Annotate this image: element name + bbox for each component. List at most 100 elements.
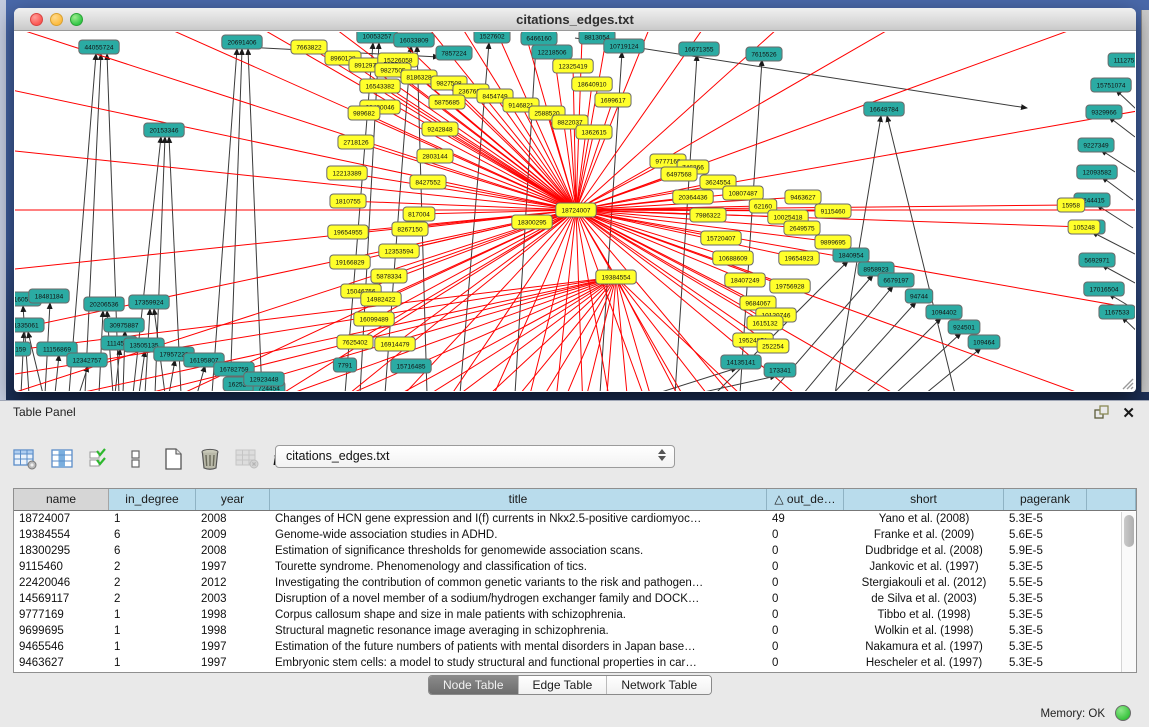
table-cell[interactable]: de Silva et al. (2003): [844, 591, 1004, 607]
table-select-dropdown[interactable]: citations_edges.txt: [275, 445, 675, 468]
table-cell[interactable]: Investigating the contribution of common…: [270, 575, 767, 591]
table-cell[interactable]: 0: [767, 639, 844, 655]
graph-node[interactable]: 7857224: [436, 46, 472, 60]
graph-node[interactable]: 817004: [403, 207, 435, 221]
graph-node[interactable]: 7663822: [291, 40, 327, 54]
graph-node[interactable]: 19384554: [596, 270, 636, 284]
graph-node[interactable]: 16671355: [679, 42, 719, 56]
table-cell[interactable]: Changes of HCN gene expression and I(f) …: [270, 511, 767, 527]
table-vertical-scrollbar[interactable]: [1121, 512, 1136, 673]
table-row[interactable]: 1938455462009Genome-wide association stu…: [14, 527, 1136, 543]
table-cell[interactable]: Franke et al. (2009): [844, 527, 1004, 543]
tab-edge-table[interactable]: Edge Table: [519, 676, 608, 694]
network-canvas-wrap[interactable]: 1872400719384554440557242069140610053257…: [15, 32, 1135, 391]
graph-node[interactable]: 14982422: [361, 292, 401, 306]
table-cell[interactable]: 6: [109, 543, 196, 559]
table-cell[interactable]: Structural magnetic resonance image aver…: [270, 623, 767, 639]
graph-node[interactable]: 15958: [1057, 198, 1085, 212]
table-cell[interactable]: 0: [767, 591, 844, 607]
graph-node[interactable]: 18407249: [725, 273, 765, 287]
graph-node[interactable]: 19654955: [328, 225, 368, 239]
table-cell[interactable]: Embryonic stem cells: a model to study s…: [270, 655, 767, 671]
table-cell[interactable]: 5.3E-5: [1004, 511, 1087, 527]
table-cell[interactable]: 1: [109, 607, 196, 623]
graph-node[interactable]: 16543382: [360, 79, 400, 93]
graph-node[interactable]: 18300295: [512, 215, 552, 229]
table-row[interactable]: 911546021997Tourette syndrome. Phenomeno…: [14, 559, 1136, 575]
graph-node[interactable]: 2803144: [417, 149, 453, 163]
graph-node[interactable]: 10053257: [357, 32, 397, 43]
table-cell[interactable]: 9463627: [14, 655, 109, 671]
table-cell[interactable]: 5.3E-5: [1004, 639, 1087, 655]
table-cell[interactable]: 5.3E-5: [1004, 607, 1087, 623]
table-cell[interactable]: 1: [109, 623, 196, 639]
table-cell[interactable]: Dudbridge et al. (2008): [844, 543, 1004, 559]
table-cell[interactable]: Wolkin et al. (1998): [844, 623, 1004, 639]
new-document-icon[interactable]: [158, 444, 188, 474]
table-cell[interactable]: Stergiakouli et al. (2012): [844, 575, 1004, 591]
network-view-window[interactable]: citations_edges.txt 18724007193845544405…: [14, 8, 1136, 392]
graph-node[interactable]: 12325419: [553, 59, 593, 73]
graph-node[interactable]: 109464: [968, 335, 1000, 349]
graph-node[interactable]: 30975887: [104, 318, 144, 332]
graph-node[interactable]: 1527602: [474, 32, 510, 43]
table-cell[interactable]: 5.3E-5: [1004, 559, 1087, 575]
table-cell[interactable]: Tibbo et al. (1998): [844, 607, 1004, 623]
select-all-icon[interactable]: [84, 444, 114, 474]
tab-network-table[interactable]: Network Table: [607, 676, 711, 694]
graph-node[interactable]: 7625402: [337, 335, 373, 349]
graph-node[interactable]: 2649575: [784, 221, 820, 235]
graph-node[interactable]: 12213389: [327, 166, 367, 180]
graph-node[interactable]: 18481184: [29, 289, 69, 303]
graph-node[interactable]: 9463627: [785, 190, 821, 204]
table-cell[interactable]: 5.5E-5: [1004, 575, 1087, 591]
table-cell[interactable]: Nakamura et al. (1997): [844, 639, 1004, 655]
graph-node[interactable]: 6679197: [878, 273, 914, 287]
table-cell[interactable]: 0: [767, 655, 844, 671]
table-cell[interactable]: 5.6E-5: [1004, 527, 1087, 543]
table-header-row[interactable]: namein_degreeyeartitle△ out_de…shortpage…: [14, 489, 1136, 511]
column-header-title[interactable]: title: [270, 489, 767, 510]
graph-node[interactable]: 14135141: [721, 355, 761, 369]
scrollbar-thumb[interactable]: [1124, 515, 1134, 547]
table-row[interactable]: 2242004622012Investigating the contribut…: [14, 575, 1136, 591]
graph-node[interactable]: 9329966: [1086, 105, 1122, 119]
table-cell[interactable]: Disruption of a novel member of a sodium…: [270, 591, 767, 607]
table-cell[interactable]: Yano et al. (2008): [844, 511, 1004, 527]
graph-node[interactable]: 15751074: [1091, 78, 1131, 92]
graph-node[interactable]: 7791: [333, 358, 356, 372]
graph-node[interactable]: 989682: [348, 106, 380, 120]
graph-node[interactable]: 44055724: [79, 40, 119, 54]
graph-node[interactable]: 10688609: [713, 251, 753, 265]
table-cell[interactable]: 5.3E-5: [1004, 591, 1087, 607]
graph-node[interactable]: 111275: [1108, 53, 1135, 67]
table-cell[interactable]: 1: [109, 655, 196, 671]
table-cell[interactable]: 1: [109, 639, 196, 655]
graph-node[interactable]: 20691406: [222, 35, 262, 49]
table-cell[interactable]: Estimation of significance thresholds fo…: [270, 543, 767, 559]
table-cell[interactable]: 18724007: [14, 511, 109, 527]
column-header-in_degree[interactable]: in_degree: [109, 489, 196, 510]
table-cell[interactable]: 2: [109, 575, 196, 591]
table-cell[interactable]: 0: [767, 527, 844, 543]
graph-node[interactable]: 18640910: [572, 77, 612, 91]
table-cell[interactable]: 49: [767, 511, 844, 527]
graph-node[interactable]: 9899695: [815, 235, 851, 249]
table-cell[interactable]: Hescheler et al. (1997): [844, 655, 1004, 671]
graph-node[interactable]: 1167533: [1099, 305, 1135, 319]
table-row[interactable]: 946362711997Embryonic stem cells: a mode…: [14, 655, 1136, 671]
graph-node[interactable]: 5692971: [1079, 253, 1115, 267]
graph-node[interactable]: 15720407: [701, 231, 741, 245]
graph-node[interactable]: 17359924: [129, 295, 169, 309]
table-cell[interactable]: 0: [767, 607, 844, 623]
graph-node[interactable]: 15716485: [391, 359, 431, 373]
graph-node[interactable]: 8267150: [392, 222, 428, 236]
column-header-year[interactable]: year: [196, 489, 270, 510]
graph-node[interactable]: 20206536: [84, 297, 124, 311]
table-cell[interactable]: 9465546: [14, 639, 109, 655]
graph-node[interactable]: 19654923: [779, 251, 819, 265]
graph-node[interactable]: 1362615: [576, 125, 612, 139]
table-row[interactable]: 1872400712008Changes of HCN gene express…: [14, 511, 1136, 527]
graph-node[interactable]: 16648784: [864, 102, 904, 116]
graph-node[interactable]: 1840954: [833, 248, 869, 262]
